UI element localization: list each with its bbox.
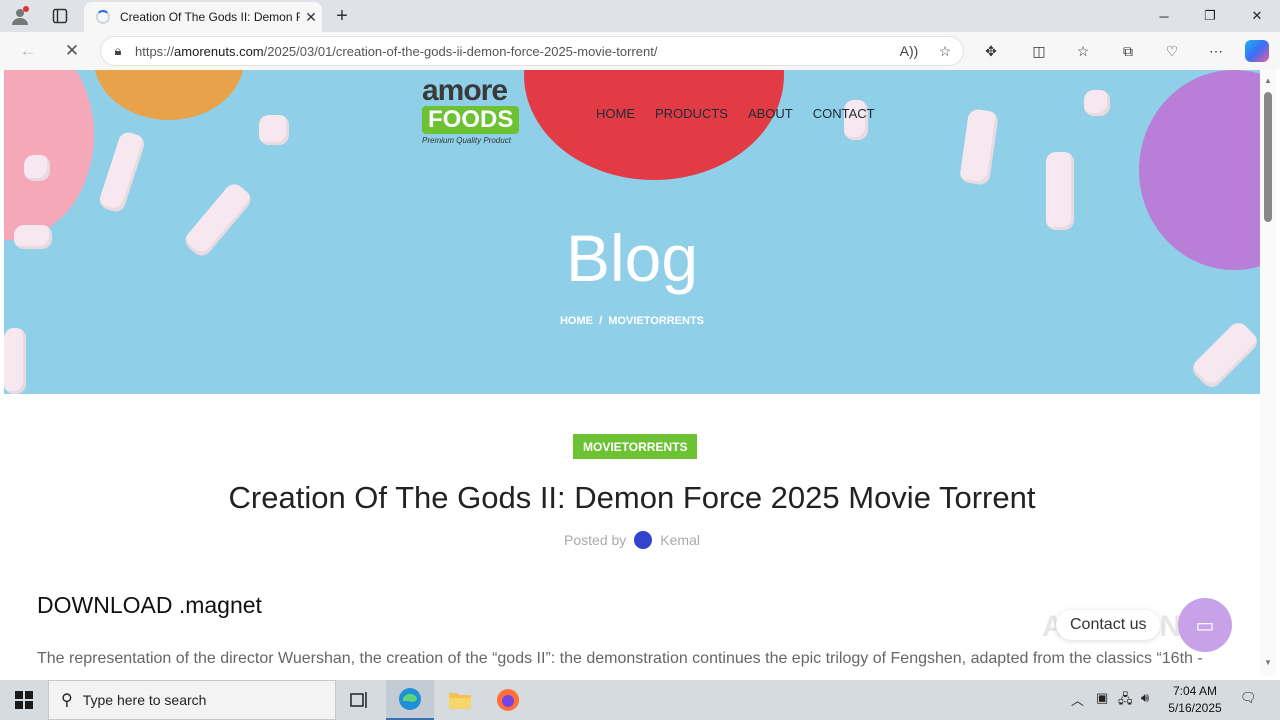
volume-icon[interactable]: 🔊︎ [1141, 690, 1149, 706]
tab-active[interactable]: Creation Of The Gods II: Demon Force 202… [84, 2, 322, 32]
post-title: Creation Of The Gods II: Demon Force 202… [228, 480, 1036, 515]
nav-item-home[interactable]: HOME [596, 106, 635, 121]
logo-tagline: Premium Quality Product [422, 136, 511, 145]
search-placeholder: Type here to search [82, 692, 207, 708]
taskbar-search[interactable]: ⚲ Type here to search [48, 680, 336, 720]
url-domain: amorenuts.com [174, 43, 264, 59]
windows-logo-icon [15, 691, 33, 709]
windows-taskbar: ⚲ Type here to search ︿ ▣ 🖧︎ 🔊︎ 7:04 AM … [0, 680, 1280, 720]
page-viewport: amore FOODS Premium Quality Product HOME… [4, 70, 1260, 676]
back-icon[interactable]: ← [14, 38, 42, 64]
logo-main-text: FOODS [422, 106, 520, 134]
post-paragraph: The representation of the director Wuers… [37, 650, 1203, 667]
close-tab-icon[interactable]: ✕ [300, 9, 322, 26]
nav-item-products[interactable]: PRODUCTS [655, 106, 728, 121]
restore-icon[interactable]: ❐ [1187, 0, 1233, 32]
scroll-up-icon[interactable]: ▲ [1263, 76, 1273, 85]
loading-spinner-icon [96, 10, 110, 24]
chat-widget-button[interactable]: ▭ [1178, 598, 1232, 652]
favorite-star-icon[interactable]: ☆ [927, 43, 963, 60]
stop-loading-icon[interactable]: ✕ [58, 38, 86, 64]
notifications-icon[interactable]: 🗨︎ [1240, 690, 1257, 706]
nav-item-contact[interactable]: CONTACT [813, 106, 875, 121]
donut-red-image [524, 70, 784, 180]
lock-icon: 🔒︎ [114, 43, 122, 58]
marshmallow-image [958, 108, 1000, 186]
nav-item-about[interactable]: ABOUT [748, 106, 793, 121]
clock-time: 7:04 AM [1172, 684, 1218, 698]
marshmallow-image [1046, 152, 1074, 230]
browser-essentials-icon[interactable]: ♡ [1159, 40, 1185, 62]
breadcrumb: HOME / MOVIETORRENTS [4, 315, 1260, 327]
tab-actions-icon[interactable] [48, 4, 72, 28]
category-badge[interactable]: MOVIETORRENTS [573, 434, 698, 459]
url-path: /2025/03/01/creation-of-the-gods-ii-demo… [263, 43, 658, 59]
task-view-icon[interactable] [336, 680, 384, 720]
logo-top-text: amore [422, 74, 508, 107]
show-hidden-icons[interactable]: ︿ [1071, 690, 1084, 709]
url-text[interactable]: https://amorenuts.com/2025/03/01/creatio… [135, 44, 891, 59]
edge-browser-icon[interactable] [386, 680, 434, 720]
contact-us-label[interactable]: Contact us [1056, 610, 1161, 640]
tab-title: Creation Of The Gods II: Demon Force 202… [120, 10, 300, 24]
chat-icon: ▭ [1195, 614, 1215, 637]
breadcrumb-current[interactable]: MOVIETORRENTS [608, 315, 704, 327]
firefox-icon[interactable] [484, 680, 532, 720]
meet-now-icon[interactable]: ▣ [1096, 690, 1108, 706]
search-icon: ⚲ [61, 692, 73, 709]
start-button[interactable] [0, 680, 48, 720]
taskbar-clock[interactable]: 7:04 AM 5/16/2025 [1164, 683, 1226, 717]
marshmallow-image [1084, 90, 1110, 116]
main-nav: HOME PRODUCTS ABOUT CONTACT [596, 106, 875, 121]
scrollbar-thumb[interactable] [1264, 92, 1272, 222]
marshmallow-image [24, 155, 50, 181]
marshmallow-image [1188, 318, 1260, 392]
hero-banner: amore FOODS Premium Quality Product HOME… [4, 70, 1260, 394]
scroll-down-icon[interactable]: ▼ [1263, 658, 1273, 667]
extensions-icon[interactable]: ✥ [978, 40, 1004, 62]
page-title: Blog [565, 221, 699, 295]
split-screen-icon[interactable]: ◫ [1026, 40, 1052, 62]
marshmallow-image [97, 129, 147, 215]
close-window-icon[interactable]: ✕ [1234, 0, 1280, 32]
new-tab-icon[interactable]: + [330, 4, 354, 28]
minimize-icon[interactable]: ─ [1141, 0, 1187, 32]
posted-by-label: Posted by [564, 532, 627, 548]
breadcrumb-separator: / [599, 315, 603, 327]
more-menu-icon[interactable]: ⋯ [1203, 40, 1229, 62]
browser-toolbar: ← ✕ 🔒︎ https://amorenuts.com/2025/03/01/… [0, 32, 1280, 70]
post-byline: Posted by Kemal [4, 531, 1260, 549]
collections-icon[interactable]: ⧉ [1115, 40, 1141, 62]
author-name[interactable]: Kemal [660, 532, 700, 548]
address-bar[interactable]: 🔒︎ https://amorenuts.com/2025/03/01/crea… [100, 36, 964, 66]
page-scrollbar[interactable]: ▲ ▼ [1260, 70, 1276, 676]
author-avatar [634, 531, 653, 549]
profile-icon[interactable] [8, 4, 32, 28]
donut-orange-image [94, 70, 244, 120]
breadcrumb-home[interactable]: HOME [560, 315, 593, 327]
browser-title-bar: Creation Of The Gods II: Demon Force 202… [0, 0, 1280, 32]
favorites-icon[interactable]: ☆ [1070, 40, 1096, 62]
site-logo[interactable]: amore FOODS Premium Quality Product [422, 76, 532, 156]
file-explorer-icon[interactable] [436, 680, 484, 720]
donut-pink-image [4, 70, 94, 240]
copilot-icon[interactable] [1245, 40, 1269, 62]
url-prefix: https:// [135, 43, 175, 59]
marshmallow-image [4, 328, 26, 394]
download-heading[interactable]: DOWNLOAD .magnet [37, 592, 262, 619]
clock-date: 5/16/2025 [1168, 701, 1222, 715]
network-icon[interactable]: 🖧︎ [1118, 690, 1133, 712]
marshmallow-image [259, 115, 289, 145]
read-aloud-icon[interactable]: A)) [891, 43, 927, 59]
